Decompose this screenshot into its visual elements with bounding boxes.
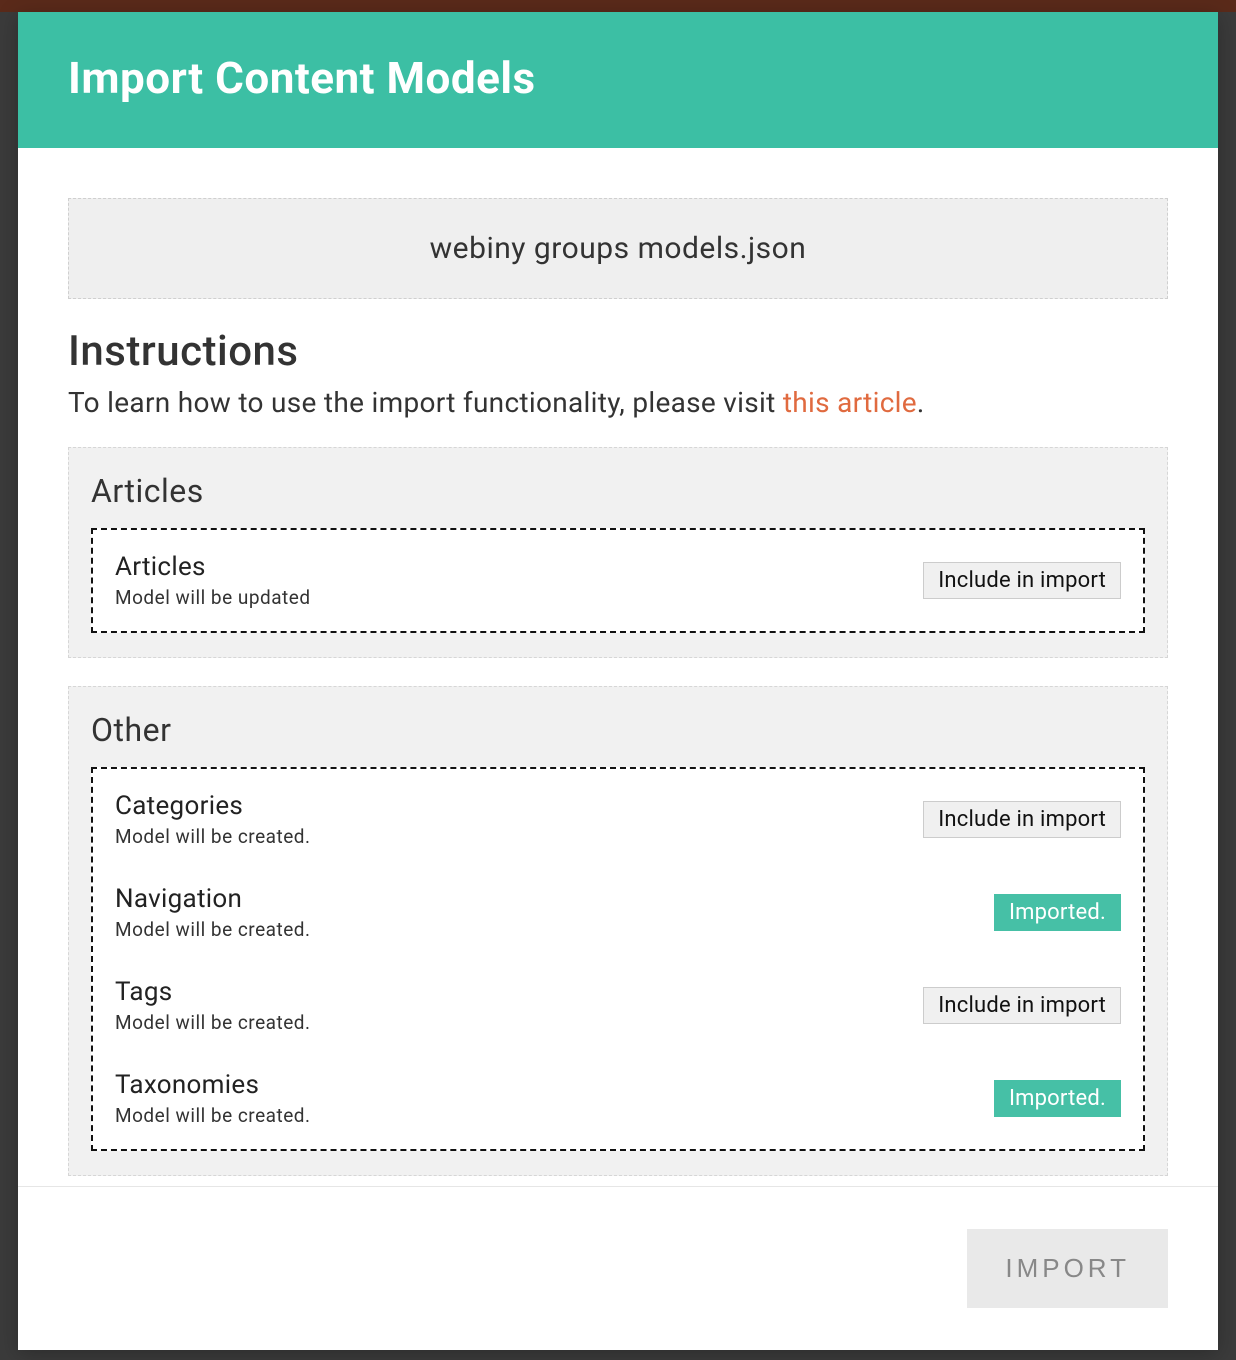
- file-drop-zone[interactable]: webiny groups models.json: [68, 198, 1168, 299]
- model-subtext: Model will be created.: [115, 1011, 311, 1034]
- modal-footer: IMPORT: [18, 1186, 1218, 1350]
- model-group: Other Categories Model will be created. Inc…: [68, 686, 1168, 1176]
- group-items-box: Articles Model will be updated Include in …: [91, 528, 1145, 633]
- instructions-prefix: To learn how to use the import functiona…: [68, 386, 783, 419]
- group-title: Other: [91, 711, 1145, 749]
- model-name: Navigation: [115, 884, 311, 914]
- group-items-box: Categories Model will be created. Include …: [91, 767, 1145, 1151]
- model-row: Tags Model will be created. Include in imp…: [115, 959, 1121, 1052]
- model-subtext: Model will be created.: [115, 918, 311, 941]
- model-row: Articles Model will be updated Include in …: [115, 534, 1121, 627]
- model-text: Tags Model will be created.: [115, 977, 311, 1034]
- model-text: Categories Model will be created.: [115, 791, 311, 848]
- include-toggle[interactable]: Include in import: [923, 987, 1121, 1024]
- include-toggle[interactable]: Include in import: [923, 562, 1121, 599]
- import-button[interactable]: IMPORT: [967, 1229, 1168, 1308]
- model-name: Tags: [115, 977, 311, 1007]
- model-row: Taxonomies Model will be created. Imported…: [115, 1052, 1121, 1145]
- model-row: Categories Model will be created. Include …: [115, 773, 1121, 866]
- model-text: Articles Model will be updated: [115, 552, 311, 609]
- model-group: Articles Articles Model will be updated Inc…: [68, 447, 1168, 658]
- model-name: Categories: [115, 791, 311, 821]
- model-text: Taxonomies Model will be created.: [115, 1070, 311, 1127]
- instructions-heading: Instructions: [68, 327, 1168, 376]
- instructions-text: To learn how to use the import functiona…: [68, 386, 1168, 419]
- imported-badge: Imported.: [994, 1080, 1121, 1117]
- modal-title: Import Content Models: [18, 12, 1218, 148]
- model-name: Articles: [115, 552, 311, 582]
- model-subtext: Model will be created.: [115, 825, 311, 848]
- model-text: Navigation Model will be created.: [115, 884, 311, 941]
- modal-body: webiny groups models.json Instructions T…: [18, 148, 1218, 1186]
- import-modal: Import Content Models webiny groups mode…: [18, 12, 1218, 1350]
- background-top-bar: [0, 0, 1236, 12]
- model-row: Navigation Model will be created. Imported…: [115, 866, 1121, 959]
- imported-badge: Imported.: [994, 894, 1121, 931]
- group-title: Articles: [91, 472, 1145, 510]
- include-toggle[interactable]: Include in import: [923, 801, 1121, 838]
- instructions-link[interactable]: this article: [783, 386, 917, 419]
- model-subtext: Model will be created.: [115, 1104, 311, 1127]
- instructions-suffix: .: [917, 386, 925, 419]
- file-name: webiny groups models.json: [430, 231, 807, 266]
- model-subtext: Model will be updated: [115, 586, 311, 609]
- model-name: Taxonomies: [115, 1070, 311, 1100]
